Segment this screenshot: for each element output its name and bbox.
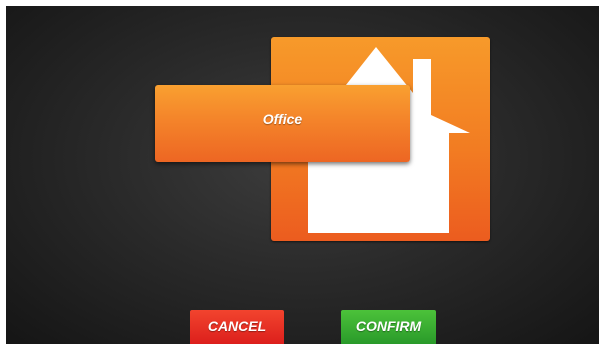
room-name-label: Office xyxy=(262,110,303,127)
room-edit-screen: Office CANCEL CONFIRM xyxy=(6,6,599,344)
confirm-button[interactable]: CONFIRM xyxy=(341,310,436,344)
cancel-button[interactable]: CANCEL xyxy=(190,310,284,344)
room-name-card[interactable]: Office xyxy=(155,85,410,162)
